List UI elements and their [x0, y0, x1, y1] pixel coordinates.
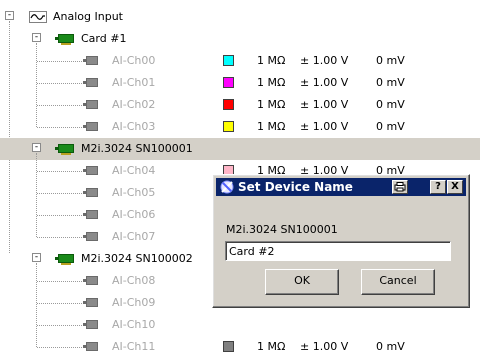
- channel-impedance: 1 MΩ: [257, 98, 286, 111]
- channel-name: AI-Ch04: [112, 164, 156, 177]
- tree-node-channel[interactable]: AI-Ch10: [0, 314, 480, 336]
- channel-offset: 0 mV: [376, 54, 405, 67]
- channel-offset: 0 mV: [376, 340, 405, 353]
- device-label: M2i.3024 SN100001: [226, 223, 338, 236]
- tree-connector: [37, 193, 82, 194]
- channel-impedance: 1 MΩ: [257, 340, 286, 353]
- device-name-input[interactable]: [225, 241, 451, 261]
- channel-color-swatch[interactable]: [223, 77, 234, 88]
- help-button[interactable]: ?: [430, 180, 446, 194]
- channel-color-swatch[interactable]: [223, 99, 234, 110]
- channel-icon: [83, 320, 98, 329]
- channel-icon: [83, 298, 98, 307]
- analog-signal-icon: [29, 11, 47, 23]
- tree-node-label: Analog Input: [53, 10, 123, 23]
- channel-icon: [83, 78, 98, 87]
- tree-connector: [37, 171, 82, 172]
- card-icon: [55, 144, 74, 155]
- dialog-title: Set Device Name: [238, 180, 353, 194]
- set-device-name-dialog: Set Device Name ? X M2i.3024 SN100001 OK…: [212, 174, 470, 308]
- tree-node-card[interactable]: - Card #1: [0, 28, 480, 50]
- channel-name: AI-Ch09: [112, 296, 156, 309]
- channel-offset: 0 mV: [376, 98, 405, 111]
- channel-name: AI-Ch03: [112, 120, 156, 133]
- tree-connector: [37, 303, 82, 304]
- channel-range: ± 1.00 V: [300, 340, 349, 353]
- channel-offset: 0 mV: [376, 120, 405, 133]
- tree-connector: [37, 281, 82, 282]
- tree-node-channel[interactable]: AI-Ch03 1 MΩ ± 1.00 V 0 mV: [0, 116, 480, 138]
- channel-range: ± 1.00 V: [300, 76, 349, 89]
- channel-icon: [83, 56, 98, 65]
- card-label: Card #1: [81, 32, 127, 45]
- card-icon: [55, 34, 74, 45]
- collapse-toggle[interactable]: -: [32, 253, 41, 262]
- channel-icon: [83, 122, 98, 131]
- tree-node-card[interactable]: - M2i.3024 SN100001: [0, 138, 480, 160]
- channel-range: ± 1.00 V: [300, 54, 349, 67]
- cancel-button[interactable]: Cancel: [361, 269, 435, 295]
- channel-icon: [83, 166, 98, 175]
- print-icon[interactable]: [392, 180, 408, 194]
- channel-name: AI-Ch07: [112, 230, 156, 243]
- collapse-toggle[interactable]: -: [32, 143, 41, 152]
- tree-node-channel[interactable]: AI-Ch11 1 MΩ ± 1.00 V 0 mV: [0, 336, 480, 358]
- card-label: M2i.3024 SN100001: [81, 142, 193, 155]
- channel-name: AI-Ch06: [112, 208, 156, 221]
- channel-name: AI-Ch10: [112, 318, 156, 331]
- collapse-toggle[interactable]: -: [32, 33, 41, 42]
- channel-icon: [83, 232, 98, 241]
- channel-name: AI-Ch11: [112, 340, 156, 353]
- tree-connector: [37, 105, 82, 106]
- close-button[interactable]: X: [447, 180, 463, 194]
- channel-name: AI-Ch00: [112, 54, 156, 67]
- channel-icon: [83, 100, 98, 109]
- tree-connector: [37, 215, 82, 216]
- channel-color-swatch[interactable]: [223, 121, 234, 132]
- tree-node-channel[interactable]: AI-Ch02 1 MΩ ± 1.00 V 0 mV: [0, 94, 480, 116]
- channel-offset: 0 mV: [376, 76, 405, 89]
- tree-connector: [37, 127, 82, 128]
- channel-icon: [83, 276, 98, 285]
- dialog-titlebar[interactable]: Set Device Name ? X: [216, 178, 466, 196]
- channel-icon: [83, 188, 98, 197]
- device-wrench-icon: [220, 180, 234, 194]
- channel-name: AI-Ch08: [112, 274, 156, 287]
- ok-button[interactable]: OK: [265, 269, 339, 295]
- tree-connector: [37, 325, 82, 326]
- channel-color-swatch[interactable]: [223, 55, 234, 66]
- channel-name: AI-Ch02: [112, 98, 156, 111]
- channel-name: AI-Ch01: [112, 76, 156, 89]
- tree-node-channel[interactable]: AI-Ch01 1 MΩ ± 1.00 V 0 mV: [0, 72, 480, 94]
- channel-impedance: 1 MΩ: [257, 76, 286, 89]
- tree-node-channel[interactable]: AI-Ch00 1 MΩ ± 1.00 V 0 mV: [0, 50, 480, 72]
- card-icon: [55, 254, 74, 265]
- channel-impedance: 1 MΩ: [257, 54, 286, 67]
- channel-color-swatch[interactable]: [223, 341, 234, 352]
- tree-connector: [37, 237, 82, 238]
- card-label: M2i.3024 SN100002: [81, 252, 193, 265]
- channel-impedance: 1 MΩ: [257, 120, 286, 133]
- channel-icon: [83, 342, 98, 351]
- tree-connector: [37, 61, 82, 62]
- channel-range: ± 1.00 V: [300, 120, 349, 133]
- tree-node-analog-input[interactable]: - Analog Input: [0, 6, 480, 28]
- tree-connector: [37, 347, 82, 348]
- collapse-toggle[interactable]: -: [5, 11, 14, 20]
- channel-name: AI-Ch05: [112, 186, 156, 199]
- tree-connector: [37, 83, 82, 84]
- channel-range: ± 1.00 V: [300, 98, 349, 111]
- channel-icon: [83, 210, 98, 219]
